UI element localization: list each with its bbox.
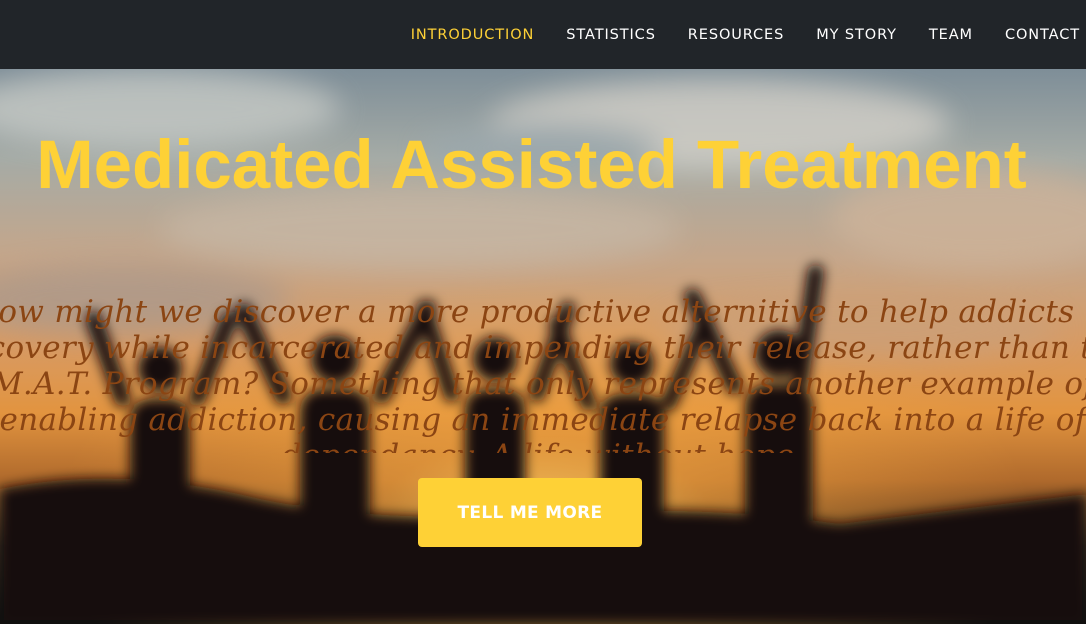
- nav-item-resources[interactable]: RESOURCES: [688, 27, 784, 43]
- tell-me-more-button[interactable]: TELL ME MORE: [418, 478, 642, 547]
- nav-item-introduction[interactable]: INTRODUCTION: [411, 27, 535, 43]
- hero-title: Medicated Assisted Treatment: [36, 126, 1027, 203]
- hero-lead-container: How might we discover a more productive …: [0, 263, 1086, 453]
- nav-item-team[interactable]: TEAM: [929, 27, 973, 43]
- nav-item-my-story[interactable]: MY STORY: [816, 27, 897, 43]
- nav-menu: INTRODUCTION STATISTICS RESOURCES MY STO…: [379, 0, 1080, 69]
- hero-section: Medicated Assisted Treatment How might w…: [0, 69, 1086, 624]
- hero-lead-text: How might we discover a more productive …: [0, 294, 1086, 453]
- nav-item-contact[interactable]: CONTACT: [1005, 27, 1080, 43]
- nav-item-statistics[interactable]: STATISTICS: [566, 27, 656, 43]
- navbar: INTRODUCTION STATISTICS RESOURCES MY STO…: [0, 0, 1086, 69]
